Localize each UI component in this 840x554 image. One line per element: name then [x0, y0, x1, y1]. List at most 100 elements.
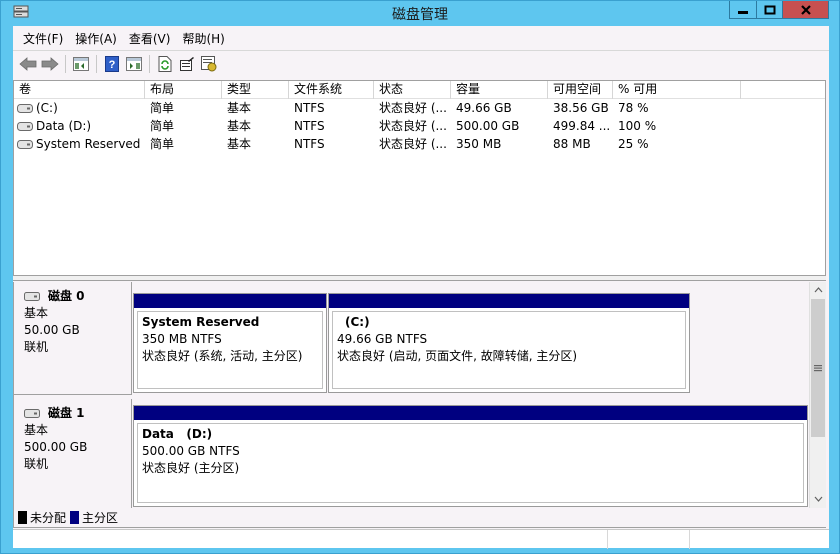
volume-percent-free: 78 % [618, 101, 649, 115]
show-hide-console-tree-button[interactable] [70, 53, 92, 75]
svg-text:?: ? [109, 59, 116, 71]
volume-capacity: 500.00 GB [456, 119, 520, 133]
properties-button[interactable] [176, 53, 198, 75]
toolbar: ? [13, 50, 829, 76]
partition-title: Data (D:) [142, 427, 213, 441]
scroll-thumb[interactable] [811, 299, 825, 437]
minimize-icon [738, 10, 748, 14]
unallocated-swatch [18, 511, 27, 524]
status-bar-panel [607, 530, 689, 549]
menu-view[interactable]: 查看(V) [123, 30, 177, 47]
primary-partition-swatch [70, 511, 80, 524]
volume-free-space: 499.84 ... [553, 119, 611, 133]
volume-capacity: 350 MB [456, 137, 502, 151]
volume-layout: 简单 [150, 101, 175, 115]
chevron-up-icon [814, 287, 822, 293]
disk-icon [24, 409, 40, 418]
minimize-button[interactable] [729, 1, 757, 19]
partition-status: 状态良好 (主分区) [142, 461, 240, 475]
partition-c[interactable]: (C:) 49.66 GB NTFS 状态良好 (启动, 页面文件, 故障转储,… [328, 293, 690, 393]
primary-partition-bar [134, 294, 326, 308]
volume-row[interactable]: System Reserved 简单 基本 NTFS 状态良好 (... 350… [14, 135, 825, 153]
help-button[interactable]: ? [101, 53, 123, 75]
close-icon [800, 4, 811, 15]
partition-size-fs: 350 MB NTFS [142, 332, 222, 346]
volume-file-system: NTFS [294, 119, 325, 133]
partition-title: (C:) [345, 315, 370, 329]
primary-partition-bar [329, 294, 689, 308]
volume-row[interactable]: Data (D:) 简单 基本 NTFS 状态良好 (... 500.00 GB… [14, 117, 825, 135]
column-header-volume[interactable]: 卷 [14, 81, 145, 99]
rescan-disks-icon [201, 55, 217, 71]
forward-arrow-icon [41, 56, 59, 71]
column-header-layout[interactable]: 布局 [145, 81, 222, 99]
partition-status: 状态良好 (系统, 活动, 主分区) [142, 349, 303, 363]
partition-system-reserved[interactable]: System Reserved 350 MB NTFS 状态良好 (系统, 活动… [133, 293, 327, 393]
volume-type: 基本 [227, 101, 252, 115]
back-button[interactable] [17, 53, 39, 75]
maximize-button[interactable] [757, 1, 783, 19]
menu-bar: 文件(F) 操作(A) 查看(V) 帮助(H) [13, 26, 829, 50]
pane-splitter[interactable] [13, 276, 826, 281]
volume-percent-free: 100 % [618, 119, 657, 133]
drive-icon [17, 103, 33, 113]
volume-cell: System Reserved [14, 135, 145, 153]
menu-help[interactable]: 帮助(H) [176, 30, 230, 47]
menu-action[interactable]: 操作(A) [69, 30, 123, 47]
disk-state: 联机 [24, 457, 49, 471]
partition-size-fs: 49.66 GB NTFS [337, 332, 428, 346]
volume-status: 状态良好 (... [379, 137, 447, 151]
volume-cell: Data (D:) [14, 117, 145, 135]
column-header-empty [741, 81, 825, 99]
disk-state: 联机 [24, 340, 49, 354]
forward-button[interactable] [39, 53, 61, 75]
volume-list-pane: 卷 布局 类型 文件系统 状态 容量 可用空间 % 可用 (C:) 简单 基本 … [13, 80, 826, 276]
window-title: 磁盘管理 [392, 7, 448, 23]
refresh-button[interactable] [154, 53, 176, 75]
volume-percent-free: 25 % [618, 137, 649, 151]
disk-pane-scrollbar[interactable] [809, 282, 826, 508]
column-header-status[interactable]: 状态 [374, 81, 451, 99]
disk-info[interactable]: 磁盘 0 基本 50.00 GB 联机 [14, 282, 132, 395]
menu-file[interactable]: 文件(F) [17, 30, 69, 47]
legend-label-primary: 主分区 [82, 511, 119, 525]
column-header-capacity[interactable]: 容量 [451, 81, 548, 99]
disk-name: 磁盘 0 [48, 289, 85, 303]
column-header-percent-free[interactable]: % 可用 [613, 81, 741, 99]
maximize-icon [764, 5, 775, 14]
scroll-down-button[interactable] [810, 491, 826, 507]
toolbar-separator [65, 54, 66, 73]
column-header-file-system[interactable]: 文件系统 [289, 81, 374, 99]
legend-label-unallocated: 未分配 [30, 511, 67, 525]
partition-size-fs: 500.00 GB NTFS [142, 444, 240, 458]
volume-status: 状态良好 (... [379, 101, 447, 115]
partition-body: Data (D:) 500.00 GB NTFS 状态良好 (主分区) [137, 423, 804, 503]
column-header-free-space[interactable]: 可用空间 [548, 81, 613, 99]
toolbar-separator [96, 54, 97, 73]
properties-icon [180, 56, 194, 71]
scroll-up-button[interactable] [810, 282, 826, 298]
show-hide-action-pane-button[interactable] [123, 53, 145, 75]
partition-body: System Reserved 350 MB NTFS 状态良好 (系统, 活动… [137, 311, 323, 389]
disk-icon [24, 292, 40, 301]
drive-icon [17, 139, 33, 149]
primary-partition-bar [134, 406, 807, 420]
disk-row: 磁盘 1 基本 500.00 GB 联机 Data (D:) 500.00 GB… [14, 399, 810, 508]
disk-info[interactable]: 磁盘 1 基本 500.00 GB 联机 [14, 399, 132, 508]
grip-icon [814, 365, 822, 372]
volume-layout: 简单 [150, 137, 175, 151]
partition-body: (C:) 49.66 GB NTFS 状态良好 (启动, 页面文件, 故障转储,… [332, 311, 686, 389]
show-hide-console-tree-icon [73, 56, 89, 71]
partition-d[interactable]: Data (D:) 500.00 GB NTFS 状态良好 (主分区) [133, 405, 808, 507]
volume-name: System Reserved [36, 137, 141, 151]
close-button[interactable] [783, 1, 829, 19]
client-area: 文件(F) 操作(A) 查看(V) 帮助(H) ? 卷 布局 类型 文件系统 状… [13, 26, 829, 549]
volume-name: (C:) [36, 101, 58, 115]
help-icon: ? [105, 55, 119, 72]
volume-free-space: 38.56 GB [553, 101, 609, 115]
title-bar[interactable]: 磁盘管理 [1, 1, 839, 25]
volume-row[interactable]: (C:) 简单 基本 NTFS 状态良好 (... 49.66 GB 38.56… [14, 99, 825, 117]
column-header-type[interactable]: 类型 [222, 81, 289, 99]
show-hide-action-pane-icon [126, 56, 142, 71]
rescan-disks-button[interactable] [198, 53, 220, 75]
